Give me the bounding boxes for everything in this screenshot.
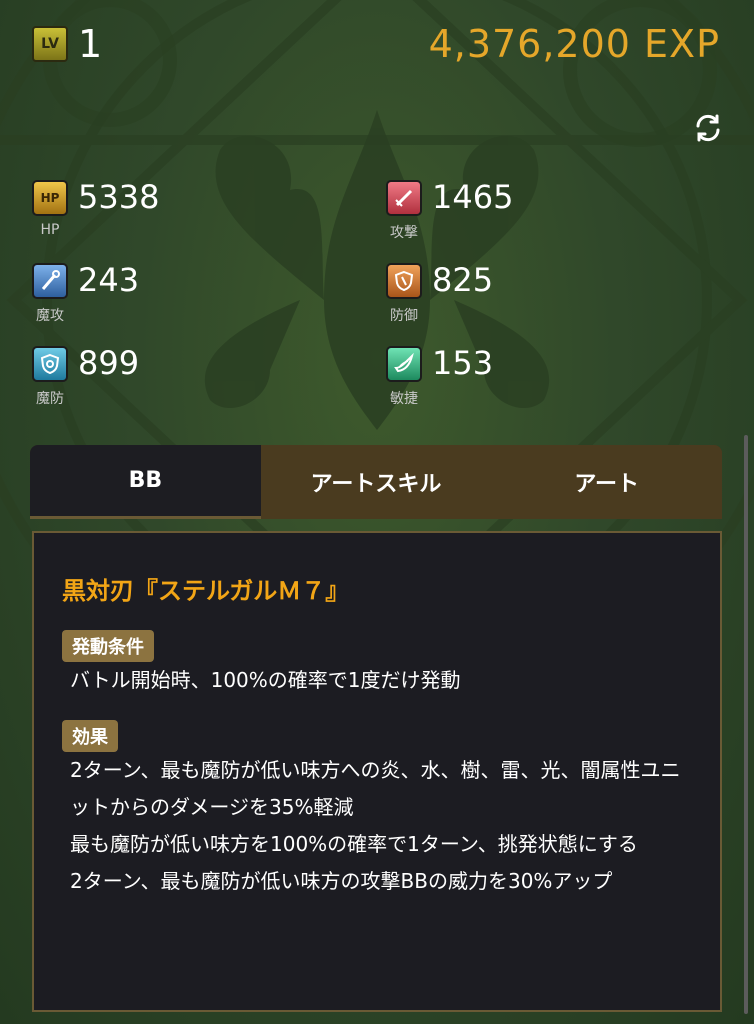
stat-agi-value: 153 [432, 344, 494, 382]
stat-agi: 153 敏捷 [386, 344, 586, 416]
tab-art[interactable]: アート [491, 445, 722, 519]
scrollbar[interactable] [744, 435, 748, 1014]
magic-shield-icon [32, 346, 68, 382]
refresh-button[interactable] [690, 110, 726, 146]
tab-art-skill[interactable]: アートスキル [260, 445, 492, 519]
skill-panel: 黒対刃『ステルガルＭ７』 発動条件 バトル開始時、100%の確率で1度だけ発動 … [32, 531, 722, 1012]
stat-def: 825 防御 [386, 261, 586, 333]
stat-hp: HP 5338 HP [32, 178, 232, 250]
stat-matk-value: 243 [78, 261, 140, 299]
stat-mdef-value: 899 [78, 344, 140, 382]
effect-tag: 効果 [62, 720, 118, 752]
stat-mdef: 899 魔防 [32, 344, 232, 416]
wing-icon [386, 346, 422, 382]
shield-icon [386, 263, 422, 299]
effect-text: 2ターン、最も魔防が低い味方への炎、水、樹、雷、光、闇属性ユニットからのダメージ… [70, 752, 690, 900]
tab-bb[interactable]: BB [30, 445, 261, 519]
exp-value: 4,376,200 EXP [428, 22, 720, 66]
stat-matk: 243 魔攻 [32, 261, 232, 333]
stat-def-label: 防御 [390, 308, 418, 324]
stat-def-value: 825 [432, 261, 494, 299]
level-value: 1 [78, 22, 103, 66]
stat-atk-value: 1465 [432, 178, 514, 216]
effect-line: 最も魔防が低い味方を100%の確率で1ターン、挑発状態にする [70, 832, 638, 856]
refresh-icon [696, 114, 720, 142]
hp-icon: HP [32, 180, 68, 216]
stat-agi-label: 敏捷 [390, 391, 418, 407]
skill-name: 黒対刃『ステルガルＭ７』 [62, 577, 350, 605]
stat-atk: 1465 攻撃 [386, 178, 586, 250]
condition-tag: 発動条件 [62, 630, 154, 662]
sword-icon [386, 180, 422, 216]
stat-hp-value: 5338 [78, 178, 160, 216]
skill-tabs: BB アートスキル アート [30, 445, 722, 519]
wand-icon [32, 263, 68, 299]
condition-text: バトル開始時、100%の確率で1度だけ発動 [70, 668, 461, 692]
level-icon: LV [32, 26, 68, 62]
stat-atk-label: 攻撃 [390, 225, 418, 241]
stat-mdef-label: 魔防 [36, 391, 64, 407]
stat-hp-label: HP [40, 222, 60, 238]
effect-line: 2ターン、最も魔防が低い味方への炎、水、樹、雷、光、闇属性ユニットからのダメージ… [70, 758, 681, 819]
stat-matk-label: 魔攻 [36, 308, 64, 324]
effect-line: 2ターン、最も魔防が低い味方の攻撃BBの威力を30%アップ [70, 869, 613, 893]
